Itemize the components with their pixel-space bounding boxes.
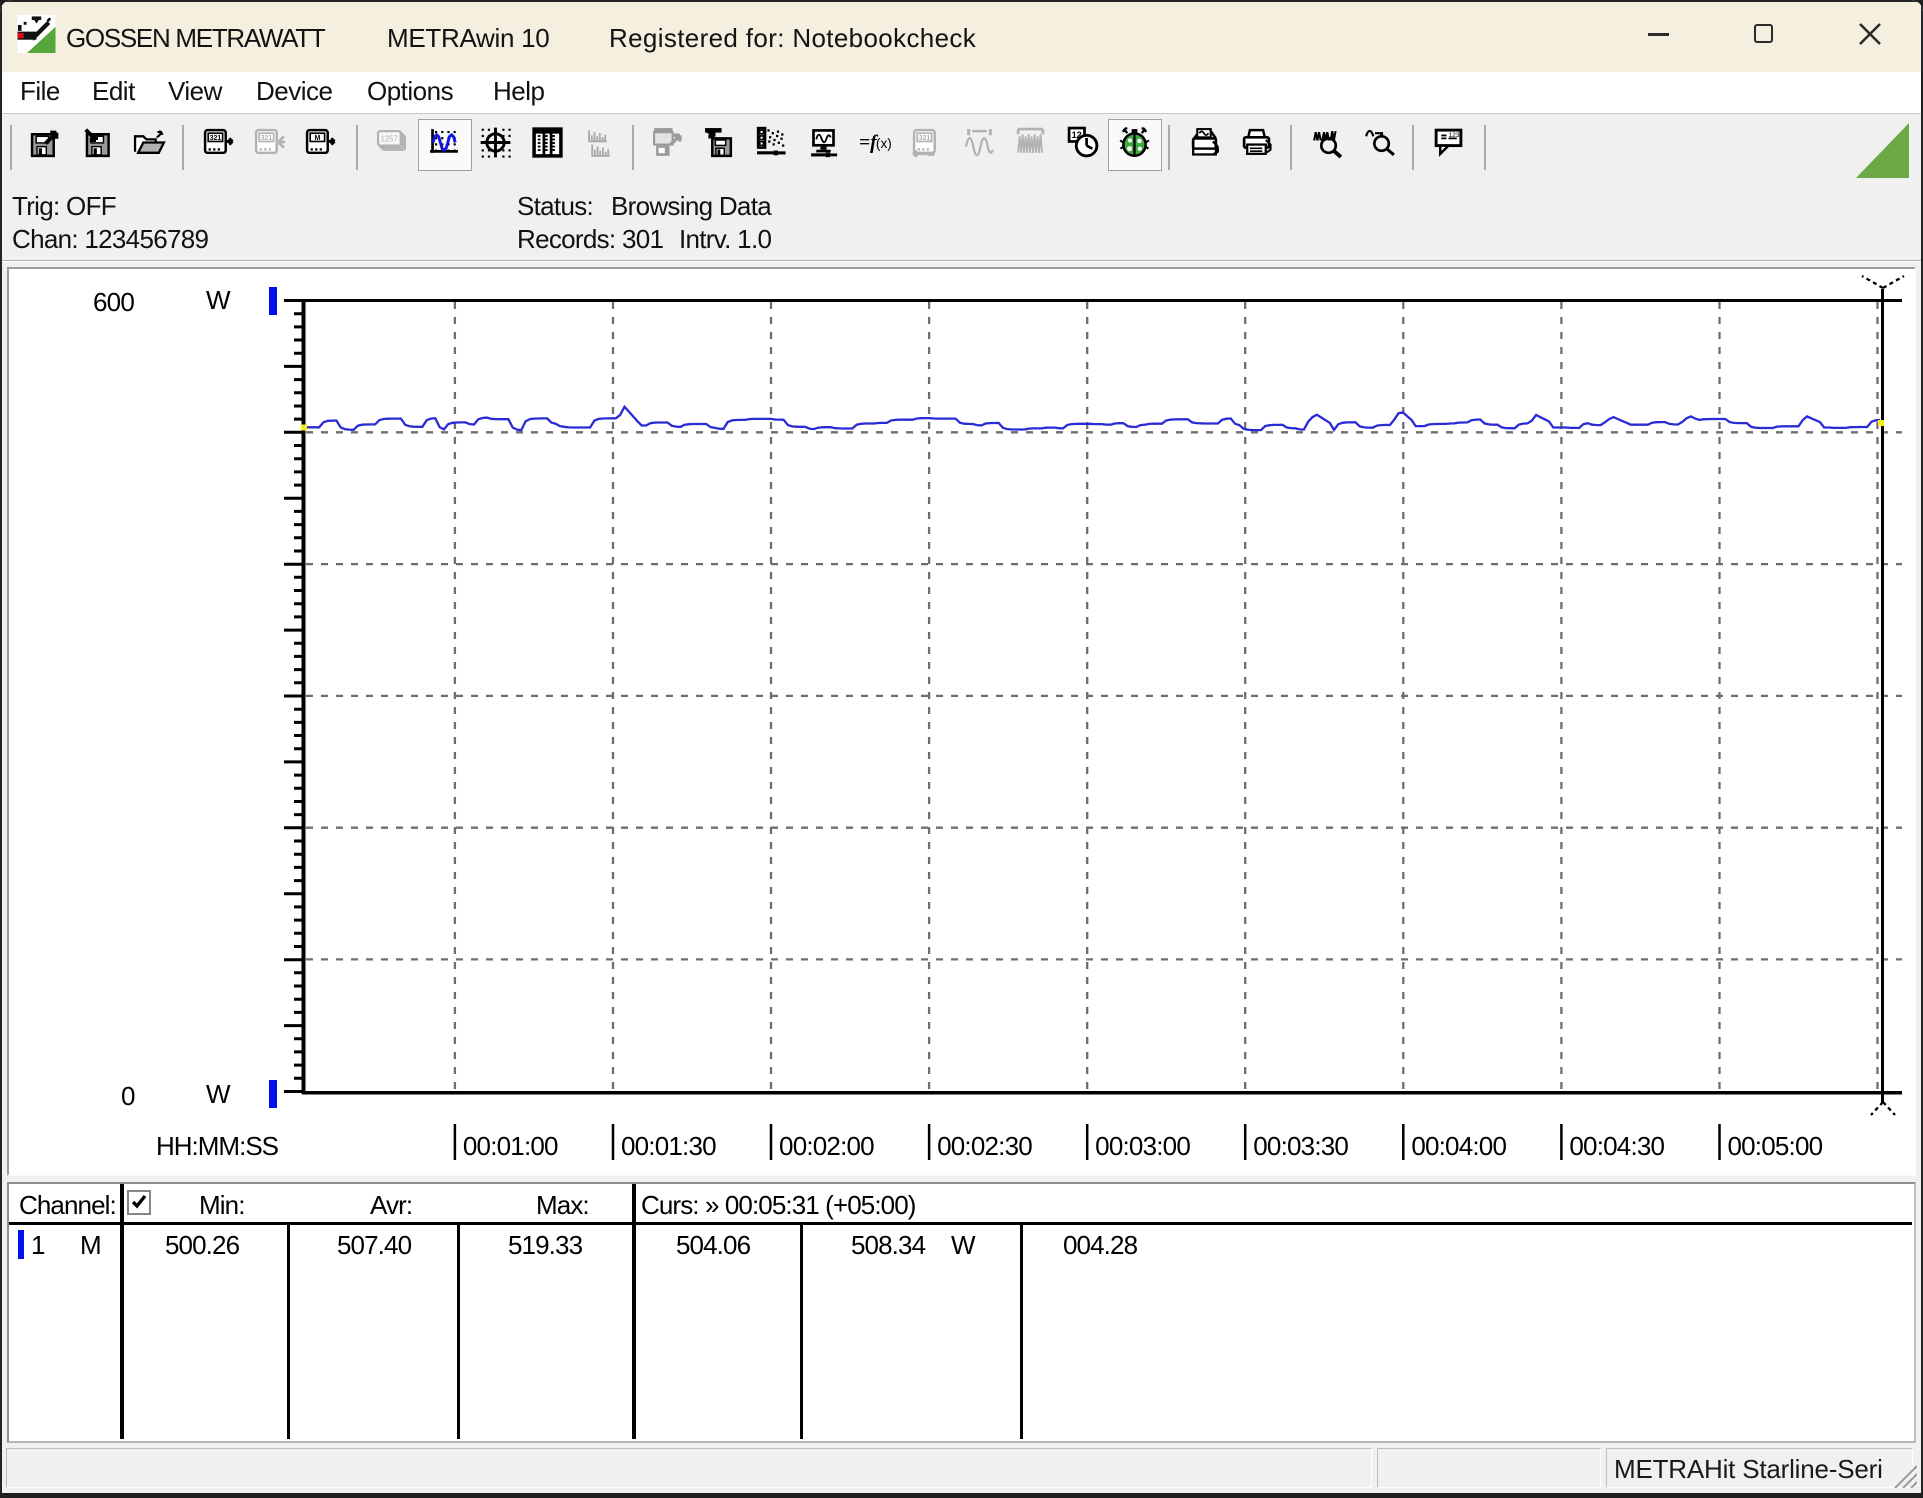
svg-text:123: 123 xyxy=(1449,132,1460,139)
svg-text:M: M xyxy=(314,135,320,142)
svg-text:321: 321 xyxy=(919,135,931,142)
svg-text:321: 321 xyxy=(210,135,222,142)
svg-text:(x): (x) xyxy=(876,136,892,151)
svg-text:321: 321 xyxy=(261,135,273,142)
svg-text:1257: 1257 xyxy=(380,134,397,143)
